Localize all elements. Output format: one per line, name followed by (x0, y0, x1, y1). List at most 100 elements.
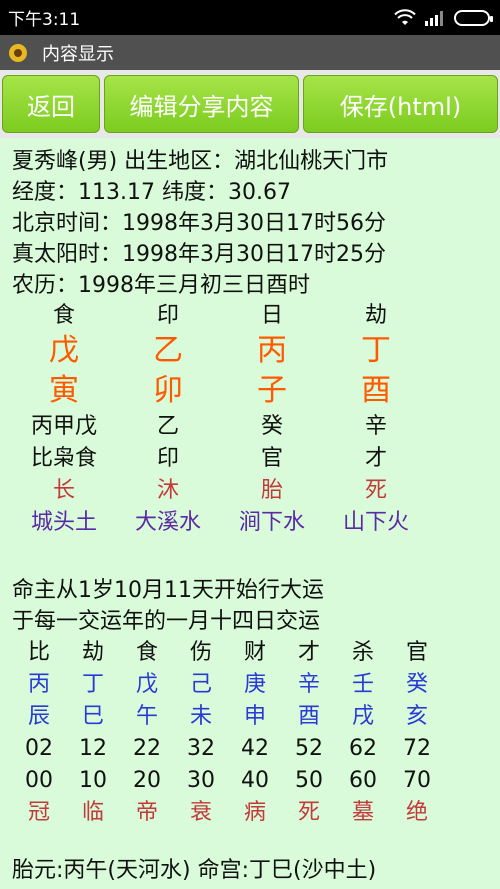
dayun-branch: 巳 (81, 704, 104, 729)
info-solar-time: 真太阳时：1998年3月30日17时25分 (12, 242, 386, 267)
dayun-column: 财 庚 申 42 40 病 (228, 637, 282, 829)
title-bar: 内容显示 (0, 35, 500, 70)
battery-icon (454, 9, 493, 26)
pillar-branch: 子 (257, 373, 287, 408)
info-lunar-date: 农历：1998年三月初三日酉时 (12, 273, 310, 298)
wifi-icon (394, 8, 416, 25)
back-button[interactable]: 返回 (2, 75, 100, 133)
dayun-year: 60 (349, 768, 377, 793)
dayun-age: 42 (241, 736, 269, 761)
pillar-stage: 沐 (156, 478, 179, 503)
four-pillars: 食 戊 寅 丙甲戊 比枭食 长 城头土 印 乙 卯 乙 印 沐 大溪水 日 丙 … (12, 301, 500, 539)
dayun-stage: 墓 (351, 800, 374, 825)
dayun-column: 比 丙 辰 02 00 冠 (12, 637, 66, 829)
dayun-year: 00 (25, 768, 53, 793)
dayun-stem: 癸 (405, 672, 428, 697)
dayun-column: 杀 壬 戌 62 60 墓 (336, 637, 390, 829)
dayun-stem: 壬 (351, 672, 374, 697)
pillar-nayin: 山下火 (342, 510, 409, 535)
dayun-branch: 酉 (297, 704, 320, 729)
dayun-branch: 亥 (405, 704, 428, 729)
dayun-year: 20 (133, 768, 161, 793)
dayun-intro: 命主从1岁10月11天开始行大运 于每一交运年的一月十四日交运 (12, 575, 500, 637)
pillar-hidden-gods: 比枭食 (30, 446, 97, 471)
dayun-age: 02 (25, 736, 53, 761)
dayun-age: 62 (349, 736, 377, 761)
pillar-hidden-gods: 印 (156, 446, 179, 471)
pillar-hidden-stems: 辛 (364, 414, 387, 439)
info-name-location: 夏秀峰(男) 出生地区：湖北仙桃天门市 (12, 149, 389, 174)
dayun-stage: 绝 (405, 800, 428, 825)
pillar-month: 印 乙 卯 乙 印 沐 大溪水 (116, 301, 220, 539)
dayun-god: 劫 (81, 640, 104, 665)
window-title: 内容显示 (42, 43, 114, 65)
pillar-stage: 长 (52, 478, 75, 503)
taiyuan-minggong: 胎元:丙午(天河水) 命宫:丁巳(沙中土) (12, 858, 377, 883)
dayun-stage: 衰 (189, 800, 212, 825)
pillar-stage: 死 (364, 478, 387, 503)
save-html-button[interactable]: 保存(html) (303, 75, 498, 133)
status-time: 下午3:11 (8, 10, 81, 30)
pillar-nayin: 涧下水 (238, 510, 305, 535)
pillar-branch: 卯 (153, 373, 183, 408)
pillar-hidden-stems: 丙甲戊 (30, 414, 97, 439)
dayun-stem: 庚 (243, 672, 266, 697)
dayun-branch: 午 (135, 704, 158, 729)
pillar-god: 日 (260, 303, 283, 328)
dayun-branch: 戌 (351, 704, 374, 729)
pillar-nayin: 大溪水 (134, 510, 201, 535)
dayun-stem: 丙 (27, 672, 50, 697)
dayun-transition: 于每一交运年的一月十四日交运 (12, 609, 321, 634)
dayun-table: 比 丙 辰 02 00 冠 劫 丁 巳 12 10 临 食 戊 午 22 20 … (12, 637, 500, 829)
pillar-branch: 酉 (361, 373, 391, 408)
dayun-stem: 辛 (297, 672, 320, 697)
dayun-branch: 辰 (27, 704, 50, 729)
pillar-stem: 丁 (361, 333, 391, 368)
dayun-column: 伤 己 未 32 30 衰 (174, 637, 228, 829)
sunflower-icon (9, 43, 27, 62)
pillar-day: 日 丙 子 癸 官 胎 涧下水 (220, 301, 324, 539)
dayun-stage: 冠 (27, 800, 50, 825)
pillar-stem: 戊 (49, 333, 79, 368)
dayun-branch: 申 (243, 704, 266, 729)
dayun-age: 32 (187, 736, 215, 761)
dayun-age: 22 (133, 736, 161, 761)
dayun-year: 50 (295, 768, 323, 793)
pillar-hidden-gods: 官 (260, 446, 283, 471)
dayun-stem: 戊 (135, 672, 158, 697)
birth-info: 夏秀峰(男) 出生地区：湖北仙桃天门市 经度：113.17 纬度：30.67 北… (12, 146, 500, 301)
dayun-age: 52 (295, 736, 323, 761)
dayun-god: 食 (135, 640, 158, 665)
pillar-stage: 胎 (260, 478, 283, 503)
pillar-stem: 乙 (153, 333, 183, 368)
dayun-year: 10 (79, 768, 107, 793)
dayun-god: 才 (297, 640, 320, 665)
pillar-hidden-gods: 才 (364, 446, 387, 471)
dayun-column: 才 辛 酉 52 50 死 (282, 637, 336, 829)
pillar-hour: 劫 丁 酉 辛 才 死 山下火 (324, 301, 428, 539)
pillar-hidden-stems: 癸 (260, 414, 283, 439)
dayun-stage: 帝 (135, 800, 158, 825)
dayun-age: 72 (403, 736, 431, 761)
dayun-stem: 己 (189, 672, 212, 697)
dayun-year: 40 (241, 768, 269, 793)
status-icons (394, 8, 493, 27)
dayun-column: 食 戊 午 22 20 帝 (120, 637, 174, 829)
edit-share-button[interactable]: 编辑分享内容 (104, 75, 299, 133)
pillar-nayin: 城头土 (30, 510, 97, 535)
pillar-stem: 丙 (257, 333, 287, 368)
pillar-god: 印 (156, 303, 179, 328)
dayun-god: 官 (405, 640, 428, 665)
dayun-god: 杀 (351, 640, 374, 665)
dayun-branch: 未 (189, 704, 212, 729)
dayun-start: 命主从1岁10月11天开始行大运 (12, 578, 324, 603)
content-area: 夏秀峰(男) 出生地区：湖北仙桃天门市 经度：113.17 纬度：30.67 北… (0, 146, 500, 886)
dayun-god: 伤 (189, 640, 212, 665)
dayun-age: 12 (79, 736, 107, 761)
dayun-column: 官 癸 亥 72 70 绝 (390, 637, 444, 829)
pillar-branch: 寅 (49, 373, 79, 408)
info-beijing-time: 北京时间：1998年3月30日17时56分 (12, 211, 386, 236)
dayun-stage: 临 (81, 800, 104, 825)
pillar-year: 食 戊 寅 丙甲戊 比枭食 长 城头土 (12, 301, 116, 539)
dayun-stage: 病 (243, 800, 266, 825)
